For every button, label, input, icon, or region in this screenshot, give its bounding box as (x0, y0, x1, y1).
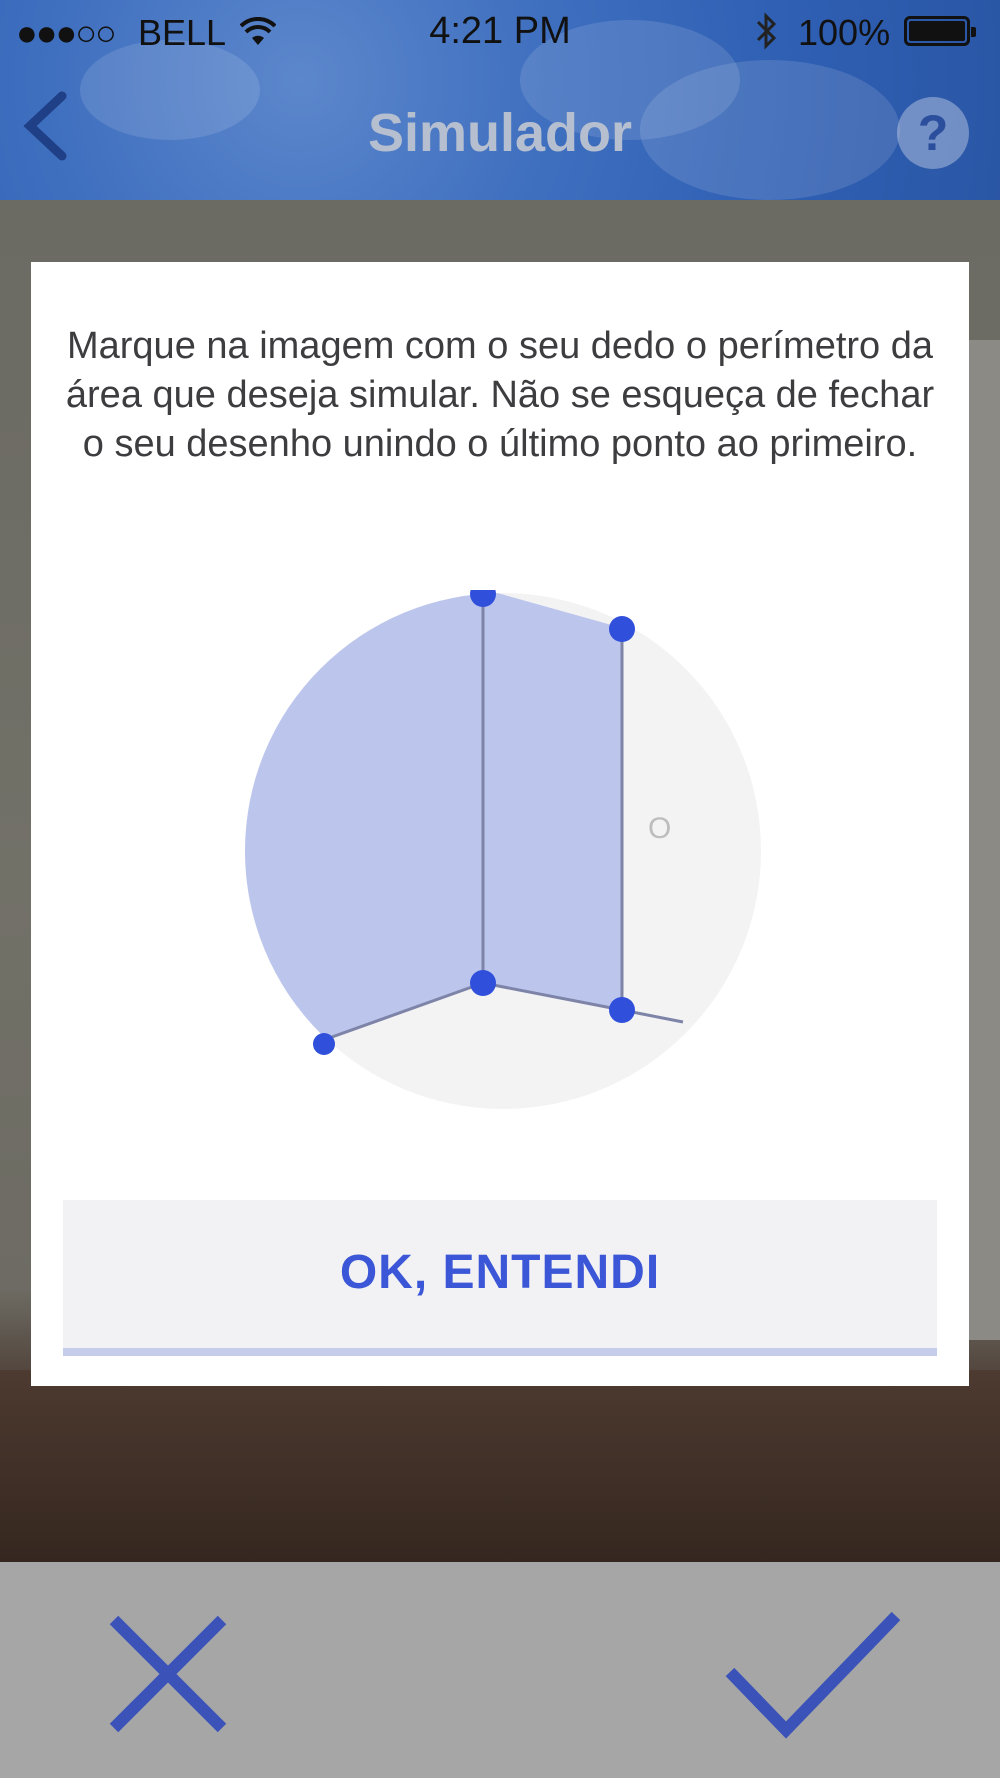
instructions-dialog: Marque na imagem com o seu dedo o períme… (31, 262, 969, 1386)
illustration-marker: O (648, 812, 671, 845)
navigation-bar: ●●●○○ BELL 4:21 PM 100% Simulador ? (0, 0, 1000, 200)
perimeter-point (609, 997, 635, 1023)
instruction-text: Marque na imagem com o seu dedo o períme… (65, 325, 935, 465)
page-title: Simulador (367, 103, 633, 163)
floor-area (0, 1370, 1000, 1562)
perimeter-point (609, 616, 635, 642)
status-bar: ●●●○○ BELL 4:21 PM 100% (0, 0, 1000, 64)
battery-icon (904, 16, 976, 46)
perimeter-point (313, 1033, 335, 1055)
help-button[interactable]: ? (897, 97, 969, 169)
perimeter-point (470, 970, 496, 996)
ok-understood-button[interactable]: OK, ENTENDI (63, 1200, 937, 1356)
close-icon[interactable] (108, 1614, 228, 1734)
bluetooth-icon (752, 10, 780, 61)
checkmark-icon[interactable] (724, 1610, 904, 1740)
battery-percentage: 100% (798, 12, 891, 53)
perimeter-illustration: O (245, 590, 761, 1109)
window-frame (965, 340, 1000, 1340)
bottom-toolbar (0, 1562, 1000, 1778)
